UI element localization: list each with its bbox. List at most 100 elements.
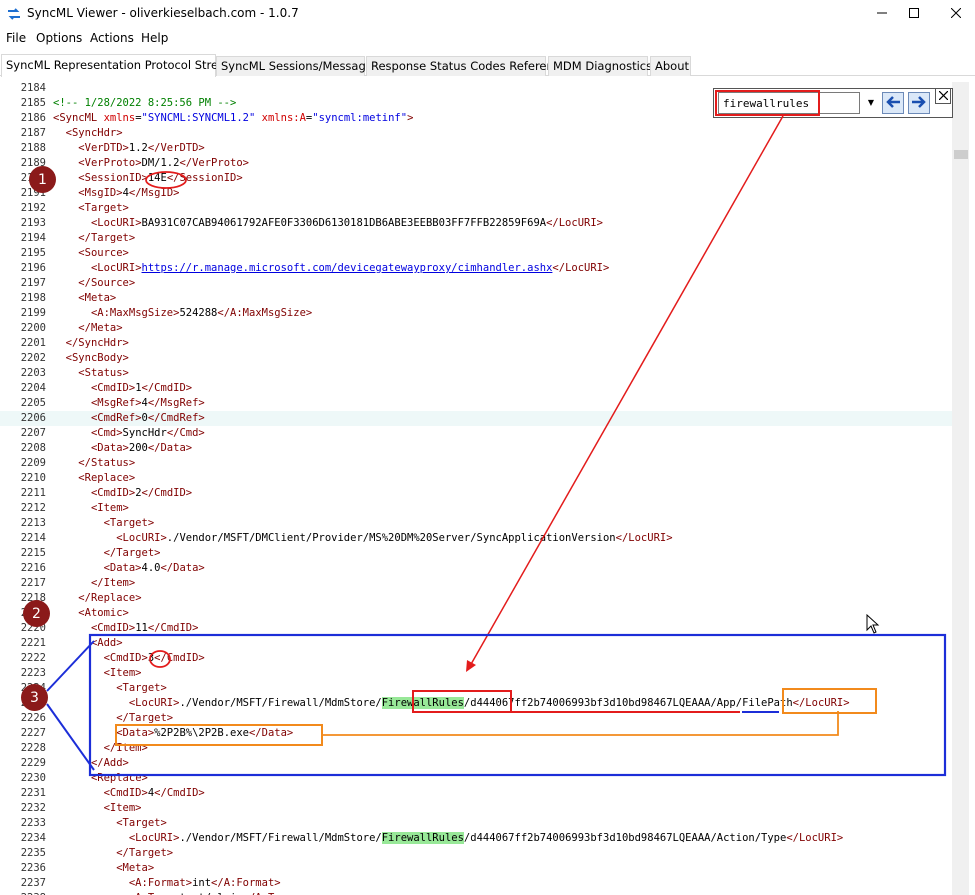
line-code: <SyncBody> xyxy=(65,352,129,364)
code-line[interactable]: 2237 <A:Format>int</A:Format> xyxy=(0,876,952,891)
code-line[interactable]: 2222 <CmdID>3</CmdID> xyxy=(0,651,952,666)
code-line[interactable]: 2199 <A:MaxMsgSize>524288</A:MaxMsgSize> xyxy=(0,306,952,321)
line-number: 2213 xyxy=(20,517,46,529)
code-line[interactable]: 2210 <Replace> xyxy=(0,471,952,486)
chevron-down-icon[interactable]: ▼ xyxy=(864,95,878,111)
code-line[interactable]: 2213 <Target> xyxy=(0,516,952,531)
code-line[interactable]: 2200 </Meta> xyxy=(0,321,952,336)
code-line[interactable]: 2206 <CmdRef>0</CmdRef> xyxy=(0,411,952,426)
code-line[interactable]: 2219 <Atomic> xyxy=(0,606,952,621)
code-line[interactable]: 2226 </Target> xyxy=(0,711,952,726)
code-line[interactable]: 2191 <MsgID>4</MsgID> xyxy=(0,186,952,201)
code-line[interactable]: 2217 </Item> xyxy=(0,576,952,591)
code-line[interactable]: 2202 <SyncBody> xyxy=(0,351,952,366)
find-input[interactable] xyxy=(718,92,860,114)
code-line[interactable]: 2224 <Target> xyxy=(0,681,952,696)
code-line[interactable]: 2215 </Target> xyxy=(0,546,952,561)
line-number: 2217 xyxy=(20,577,46,589)
code-line[interactable]: 2214 <LocURI>./Vendor/MSFT/DMClient/Prov… xyxy=(0,531,952,546)
line-number: 2237 xyxy=(20,877,46,889)
code-line[interactable]: 2196 <LocURI>https://r.manage.microsoft.… xyxy=(0,261,952,276)
code-line[interactable]: 2223 <Item> xyxy=(0,666,952,681)
code-line[interactable]: 2208 <Data>200</Data> xyxy=(0,441,952,456)
code-line[interactable]: 2234 <LocURI>./Vendor/MSFT/Firewall/MdmS… xyxy=(0,831,952,846)
tab-mdm-diagnostics[interactable]: MDM Diagnostics xyxy=(548,56,652,76)
tab-sessions-messages[interactable]: SyncML Sessions/Messages xyxy=(216,56,379,76)
code-line[interactable]: 2233 <Target> xyxy=(0,816,952,831)
line-number: 2198 xyxy=(20,292,46,304)
find-close-button[interactable] xyxy=(935,88,951,104)
code-line[interactable]: 2188 <VerDTD>1.2</VerDTD> xyxy=(0,141,952,156)
code-line[interactable]: 2192 <Target> xyxy=(0,201,952,216)
line-number: 2229 xyxy=(20,757,46,769)
line-number: 2201 xyxy=(20,337,46,349)
vertical-scrollbar[interactable] xyxy=(952,82,969,895)
code-line[interactable]: 2205 <MsgRef>4</MsgRef> xyxy=(0,396,952,411)
line-number: 2210 xyxy=(20,472,46,484)
line-number: 2212 xyxy=(20,502,46,514)
code-line[interactable]: 2195 <Source> xyxy=(0,246,952,261)
line-number: 2216 xyxy=(20,562,46,574)
code-line[interactable]: 2227 <Data>%2P2B%\2P2B.exe</Data> xyxy=(0,726,952,741)
line-code: <CmdID>11</CmdID> xyxy=(90,622,199,634)
marker-3: 3 xyxy=(21,684,48,711)
code-line[interactable]: 2220 <CmdID>11</CmdID> xyxy=(0,621,952,636)
line-code: <Replace> xyxy=(90,772,148,784)
line-number: 2233 xyxy=(20,817,46,829)
menu-actions[interactable]: Actions xyxy=(90,31,134,45)
find-next-button[interactable] xyxy=(908,92,930,114)
code-line[interactable]: 2216 <Data>4.0</Data> xyxy=(0,561,952,576)
line-code: </Item> xyxy=(103,742,148,754)
code-line[interactable]: 2209 </Status> xyxy=(0,456,952,471)
line-code: <SyncHdr> xyxy=(65,127,123,139)
tab-protocol-stream[interactable]: SyncML Representation Protocol Stream xyxy=(1,54,236,77)
code-line[interactable]: 2212 <Item> xyxy=(0,501,952,516)
line-code: <Target> xyxy=(103,517,155,529)
code-line[interactable]: 2204 <CmdID>1</CmdID> xyxy=(0,381,952,396)
code-line[interactable]: 2230 <Replace> xyxy=(0,771,952,786)
line-code: </Item> xyxy=(90,577,136,589)
code-line[interactable]: 2229 </Add> xyxy=(0,756,952,771)
code-line[interactable]: 2190 <SessionID>14E</SessionID> xyxy=(0,171,952,186)
code-line[interactable]: 2232 <Item> xyxy=(0,801,952,816)
code-line[interactable]: 2198 <Meta> xyxy=(0,291,952,306)
code-line[interactable]: 2221 <Add> xyxy=(0,636,952,651)
code-line[interactable]: 2218 </Replace> xyxy=(0,591,952,606)
line-code: <Data>%2P2B%\2P2B.exe</Data> xyxy=(116,727,294,739)
line-code: <MsgID>4</MsgID> xyxy=(78,187,180,199)
code-line[interactable]: 2187 <SyncHdr> xyxy=(0,126,952,141)
line-code: </Source> xyxy=(78,277,136,289)
line-code: <CmdID>1</CmdID> xyxy=(90,382,193,394)
code-line[interactable]: 2238 <A:Type>text/plain</A:Type> xyxy=(0,891,952,895)
code-line[interactable]: 2197 </Source> xyxy=(0,276,952,291)
code-line[interactable]: 2211 <CmdID>2</CmdID> xyxy=(0,486,952,501)
line-code: <Replace> xyxy=(78,472,136,484)
menu-options[interactable]: Options xyxy=(36,31,82,45)
line-number: 2187 xyxy=(20,127,46,139)
line-code: <MsgRef>4</MsgRef> xyxy=(90,397,205,409)
find-previous-button[interactable] xyxy=(882,92,904,114)
title-bar: SyncML Viewer - oliverkieselbach.com - 1… xyxy=(0,0,975,28)
code-line[interactable]: 2231 <CmdID>4</CmdID> xyxy=(0,786,952,801)
code-line[interactable]: 2235 </Target> xyxy=(0,846,952,861)
code-line[interactable]: 2228 </Item> xyxy=(0,741,952,756)
scrollbar-thumb[interactable] xyxy=(954,150,968,159)
code-line[interactable]: 2201 </SyncHdr> xyxy=(0,336,952,351)
menu-file[interactable]: File xyxy=(6,31,26,45)
code-line[interactable]: 2236 <Meta> xyxy=(0,861,952,876)
code-line[interactable]: 2207 <Cmd>SyncHdr</Cmd> xyxy=(0,426,952,441)
maximize-button[interactable] xyxy=(891,0,937,28)
tab-about[interactable]: About xyxy=(650,56,691,76)
code-line[interactable]: 2203 <Status> xyxy=(0,366,952,381)
code-line[interactable]: 2189 <VerProto>DM/1.2</VerProto> xyxy=(0,156,952,171)
line-number: 2227 xyxy=(20,727,46,739)
line-code: <SyncML xmlns="SYNCML:SYNCML1.2" xmlns:A… xyxy=(53,112,414,124)
code-line[interactable]: 2194 </Target> xyxy=(0,231,952,246)
code-line[interactable]: 2225 <LocURI>./Vendor/MSFT/Firewall/MdmS… xyxy=(0,696,952,711)
close-button[interactable] xyxy=(937,0,975,28)
code-line[interactable]: 2193 <LocURI>BA931C07CAB94061792AFE0F330… xyxy=(0,216,952,231)
menu-help[interactable]: Help xyxy=(141,31,168,45)
tab-status-codes[interactable]: Response Status Codes Reference xyxy=(366,56,567,76)
line-number: 2238 xyxy=(12,891,46,895)
code-editor[interactable]: 2184 2185 <!-- 1/28/2022 8:25:56 PM --> 218… xyxy=(0,82,952,895)
